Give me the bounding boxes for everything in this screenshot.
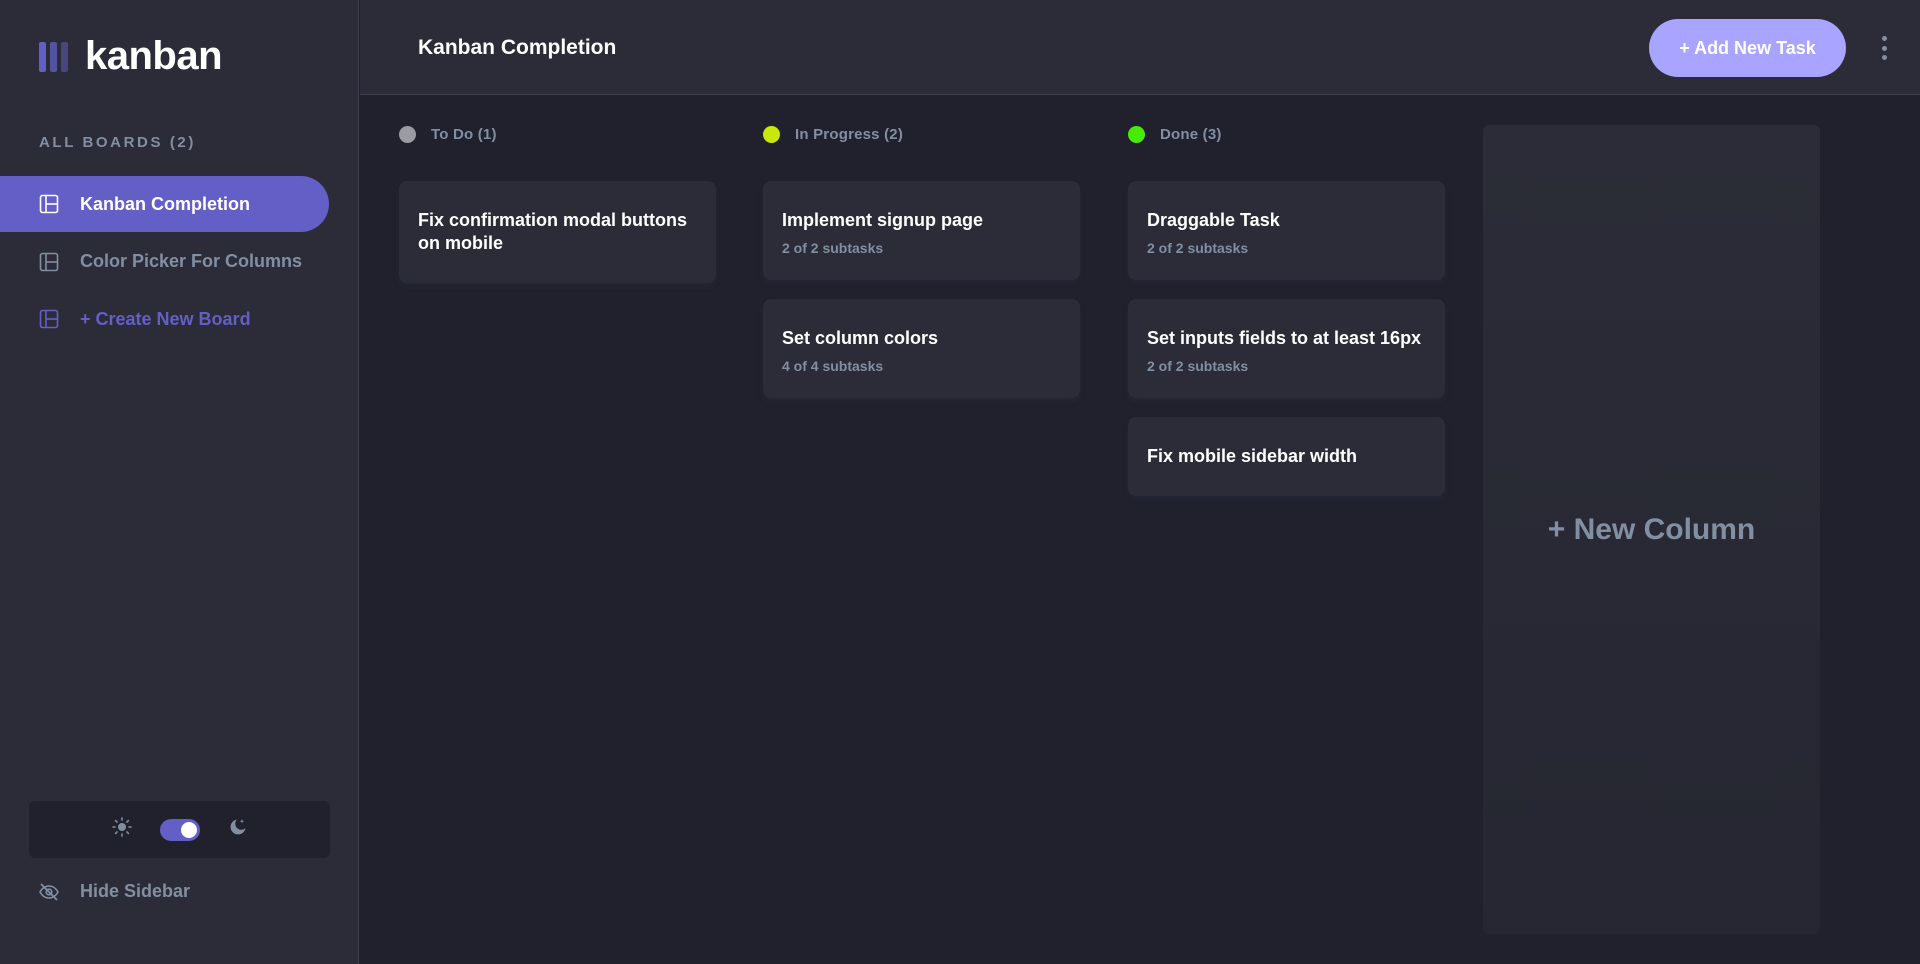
create-new-board-button[interactable]: + Create New Board <box>0 291 329 347</box>
column-title: To Do (1) <box>431 125 497 143</box>
sun-icon <box>111 817 132 842</box>
add-new-task-button[interactable]: + Add New Task <box>1649 19 1846 77</box>
board-list: Kanban Completion Color Picker For Colum… <box>0 176 329 349</box>
all-boards-heading: ALL BOARDS (2) <box>39 134 196 151</box>
column-title: In Progress (2) <box>795 125 904 143</box>
task-subtasks: 2 of 2 subtasks <box>782 240 884 256</box>
task-subtasks: 2 of 2 subtasks <box>1147 358 1249 374</box>
create-new-board-label: + Create New Board <box>80 308 251 329</box>
task-title: Fix mobile sidebar width <box>1147 446 1358 466</box>
task-card[interactable]: Draggable Task 2 of 2 subtasks <box>1128 181 1445 280</box>
logo-icon <box>39 41 68 72</box>
column-header: In Progress (2) <box>763 124 1080 144</box>
column-in-progress: In Progress (2) Implement signup page 2 … <box>763 124 1080 417</box>
task-title: Implement signup page <box>782 210 984 230</box>
task-card[interactable]: Fix confirmation modal buttons on mobile <box>399 181 716 283</box>
task-card[interactable]: Set column colors 4 of 4 subtasks <box>763 299 1080 398</box>
toggle-knob <box>180 821 197 838</box>
task-title: Draggable Task <box>1147 210 1280 230</box>
task-title: Fix confirmation modal buttons on mobile <box>418 210 687 253</box>
column-header: Done (3) <box>1128 124 1445 144</box>
task-title: Set column colors <box>782 328 939 348</box>
sidebar-item-kanban-completion[interactable]: Kanban Completion <box>0 176 329 232</box>
logo: kanban <box>39 34 223 79</box>
column-done: Done (3) Draggable Task 2 of 2 subtasks … <box>1128 124 1445 515</box>
task-list: Implement signup page 2 of 2 subtasks Se… <box>763 181 1080 398</box>
task-list: Draggable Task 2 of 2 subtasks Set input… <box>1128 181 1445 496</box>
moon-icon <box>228 817 248 842</box>
column-color-dot <box>399 125 416 143</box>
sidebar-item-label: Kanban Completion <box>80 193 250 214</box>
kanban-app: kanban ALL BOARDS (2) Kanban Completion … <box>0 0 1920 964</box>
task-subtasks: 2 of 2 subtasks <box>1147 240 1249 256</box>
hide-sidebar-button[interactable]: Hide Sidebar <box>39 881 190 902</box>
task-list: Fix confirmation modal buttons on mobile <box>399 181 716 283</box>
board-icon <box>39 252 59 272</box>
sidebar: kanban ALL BOARDS (2) Kanban Completion … <box>0 0 359 964</box>
more-options-icon[interactable] <box>1872 35 1896 61</box>
top-header: Kanban Completion + Add New Task <box>360 0 1920 95</box>
column-header: To Do (1) <box>399 124 716 144</box>
board-icon <box>39 309 59 329</box>
new-column-button[interactable]: + New Column <box>1483 125 1820 934</box>
page-title: Kanban Completion <box>418 36 617 59</box>
column-color-dot <box>763 125 780 143</box>
column-color-dot <box>1128 125 1145 143</box>
new-column-label: + New Column <box>1547 512 1756 546</box>
logo-text: kanban <box>85 34 223 78</box>
column-title: Done (3) <box>1160 125 1222 143</box>
board-icon <box>39 194 59 214</box>
task-subtasks: 4 of 4 subtasks <box>782 358 884 374</box>
task-card[interactable]: Fix mobile sidebar width <box>1128 417 1445 496</box>
task-card[interactable]: Set inputs fields to at least 16px 2 of … <box>1128 299 1445 398</box>
sidebar-item-label: Color Picker For Columns <box>80 251 303 271</box>
theme-toggle-panel <box>29 801 330 858</box>
sidebar-item-color-picker-for-columns[interactable]: Color Picker For Columns <box>0 234 329 290</box>
theme-toggle-switch[interactable] <box>159 818 200 841</box>
task-title: Set inputs fields to at least 16px <box>1147 328 1422 348</box>
hide-sidebar-label: Hide Sidebar <box>80 881 191 901</box>
task-card[interactable]: Implement signup page 2 of 2 subtasks <box>763 181 1080 280</box>
eye-slash-icon <box>39 883 59 901</box>
column-todo: To Do (1) Fix confirmation modal buttons… <box>399 124 716 302</box>
